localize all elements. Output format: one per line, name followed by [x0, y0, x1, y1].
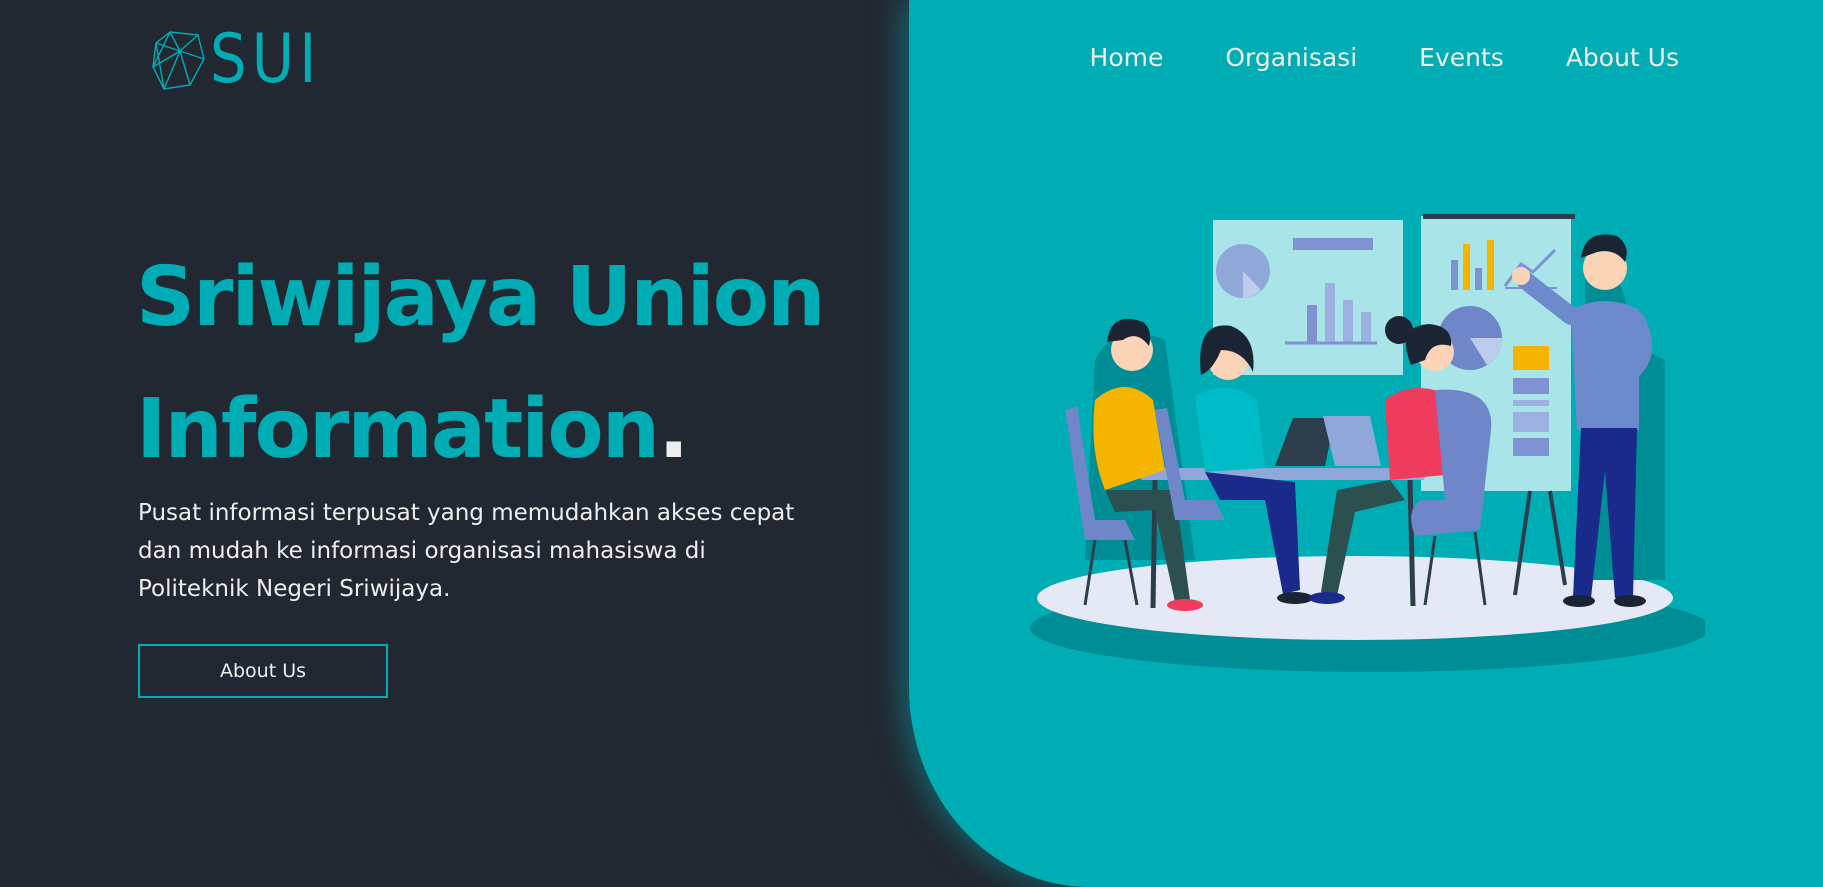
team-meeting-illustration	[1030, 214, 1705, 672]
hero-title: Sriwijaya Union Information.	[136, 232, 825, 496]
nav-events[interactable]: Events	[1419, 38, 1504, 78]
about-us-button[interactable]: About Us	[138, 644, 388, 698]
main-nav: Home Organisasi Events About Us	[1028, 38, 1679, 78]
hero-title-dot: .	[658, 382, 689, 477]
brand-name: SUI	[210, 20, 322, 99]
nav-organisasi[interactable]: Organisasi	[1225, 38, 1357, 78]
polygon-logo-icon	[152, 31, 205, 90]
meeting-table	[1140, 468, 1425, 480]
hero-title-line2: Information	[136, 382, 660, 477]
nav-about-us[interactable]: About Us	[1566, 38, 1679, 78]
person-teal-shirt	[1195, 387, 1265, 472]
nav-home[interactable]: Home	[1090, 38, 1164, 78]
brand-logo[interactable]: SUI	[150, 26, 341, 94]
hero-description: Pusat informasi terpusat yang memudahkan…	[138, 500, 795, 602]
hero-title-line1: Sriwijaya Union	[136, 250, 825, 345]
laptop-open-icon	[1323, 416, 1381, 466]
